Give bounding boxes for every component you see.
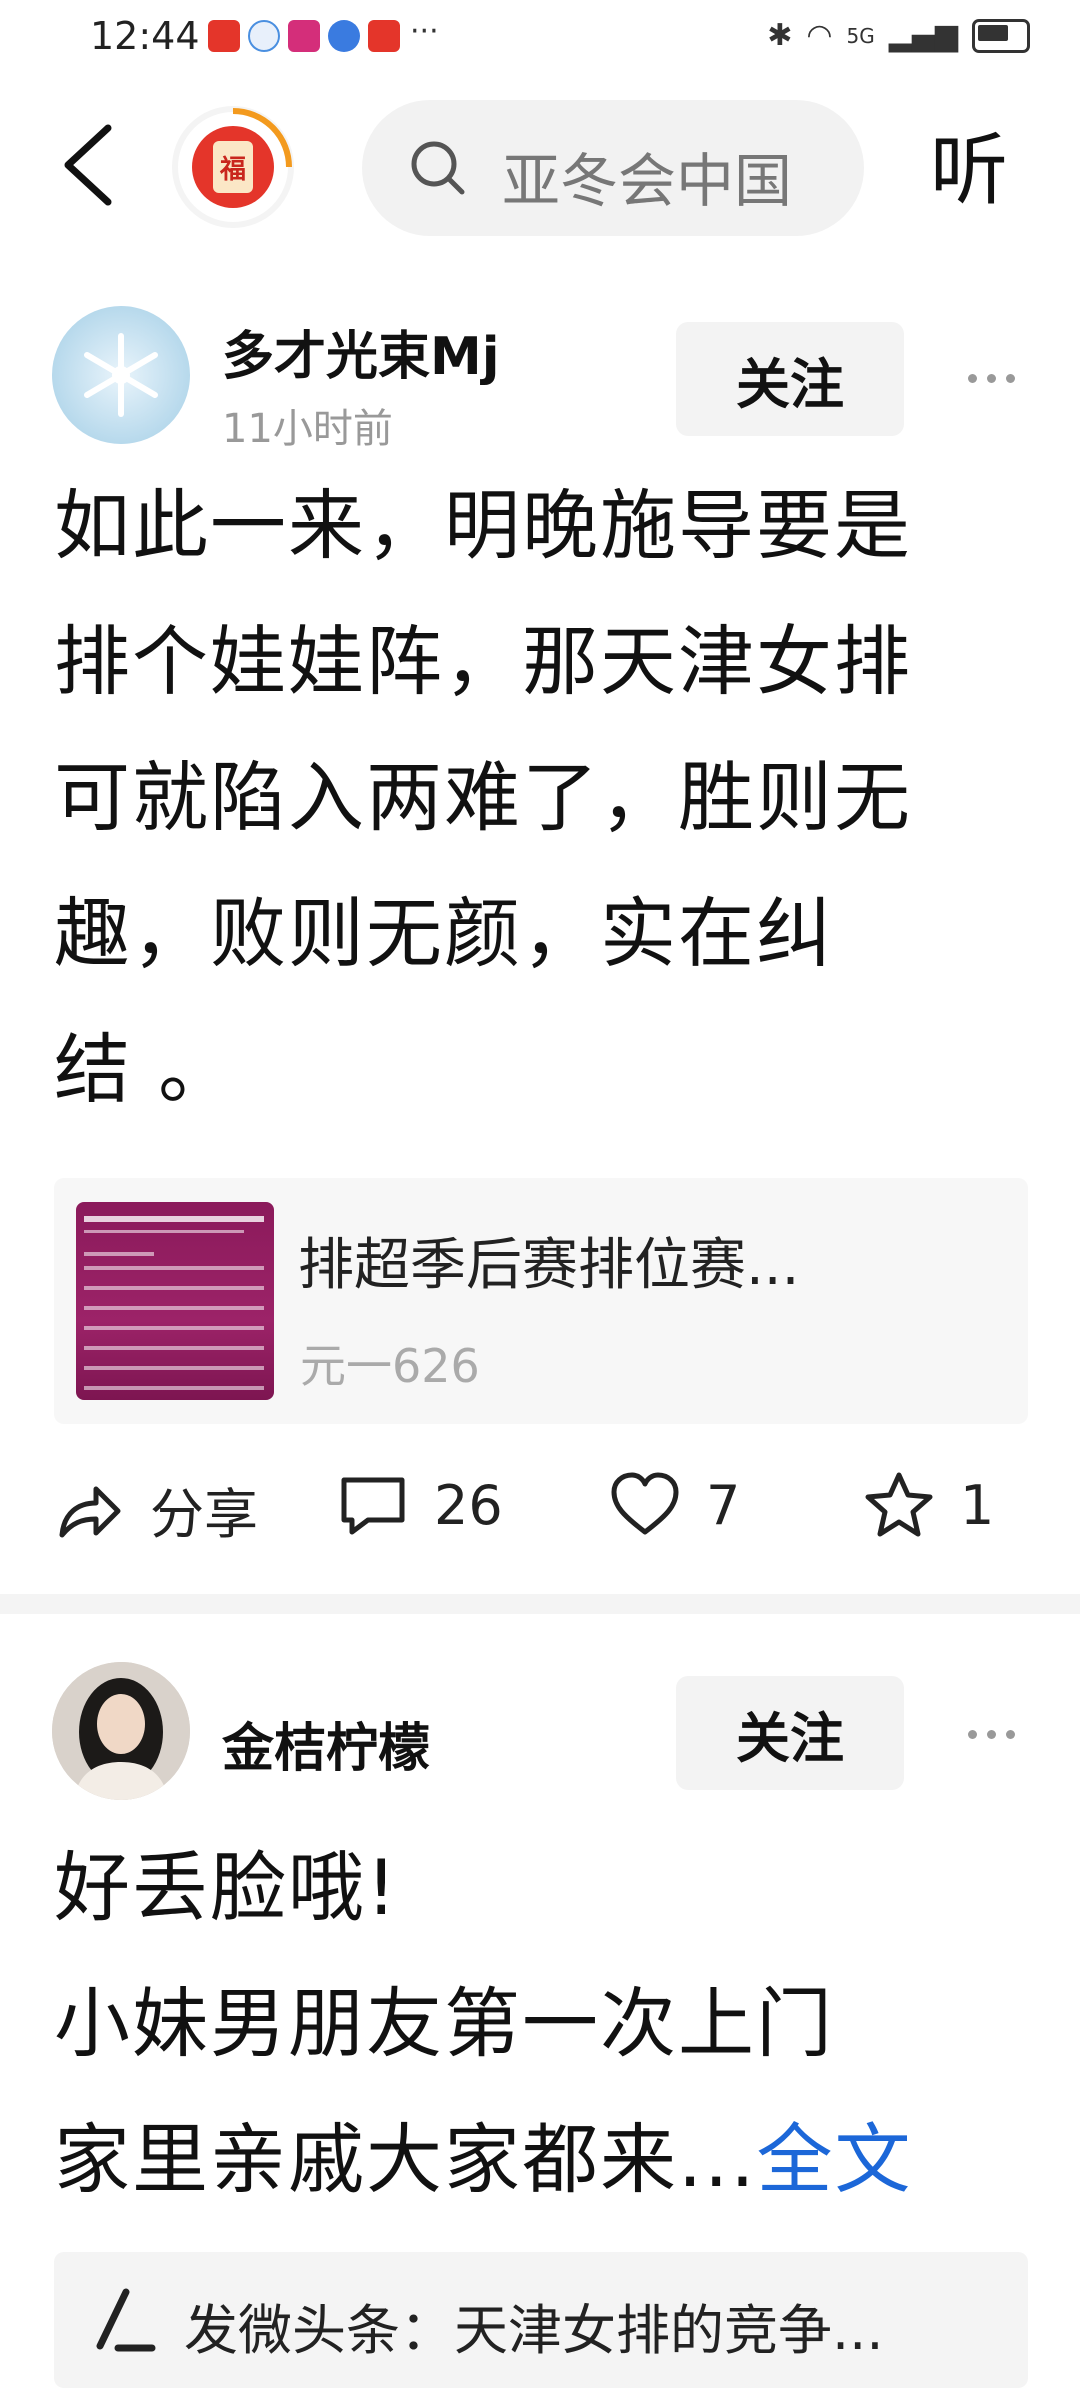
user-photo	[52, 1662, 190, 1800]
post-timestamp: 11小时前	[222, 406, 393, 452]
bluetooth-icon: ✱	[767, 18, 793, 53]
more-notifications-icon: ···	[410, 14, 439, 49]
post-line-text: 家里亲戚大家都来...	[54, 2115, 757, 2204]
search-placeholder: 亚冬会中国	[502, 147, 793, 215]
share-icon	[59, 1486, 121, 1537]
like-button[interactable]: 7	[610, 1470, 740, 1540]
avatar[interactable]	[52, 306, 190, 444]
article-title: 排超季后赛排位赛...	[298, 1233, 800, 1298]
post-line: 结 。	[54, 1025, 237, 1114]
post-line: 可就陷入两难了，胜则无	[54, 753, 912, 842]
search-input[interactable]: 亚冬会中国	[362, 100, 864, 236]
notification-app-icon	[208, 20, 240, 52]
article-thumbnail	[76, 1202, 274, 1400]
post-line: 好丢脸哦!	[54, 1843, 399, 1932]
lucky-bag-button[interactable]: 福	[172, 106, 294, 228]
search-icon	[411, 141, 465, 195]
more-options-icon[interactable]	[968, 368, 1028, 388]
post-line: 如此一来，明晚施导要是	[54, 481, 912, 570]
share-button[interactable]: 分享	[54, 1470, 258, 1549]
status-icons: ✱ ◠ 5G ▂▄▆	[767, 18, 1030, 53]
notification-app-icon	[368, 20, 400, 52]
fu-character: 福	[213, 141, 253, 193]
like-count: 7	[706, 1473, 741, 1537]
post-action-bar: 分享 26 7 1	[54, 1470, 1014, 1556]
article-source: 元一626	[300, 1339, 480, 1393]
status-bar: 12:44 ··· ✱ ◠ 5G ▂▄▆	[0, 0, 1080, 80]
network-label: 5G	[846, 23, 875, 48]
notification-app-icon	[248, 20, 280, 52]
chevron-left-icon	[64, 124, 112, 206]
post-author-name[interactable]: 金桔柠檬	[222, 1706, 430, 1781]
back-button[interactable]	[52, 110, 122, 220]
linked-article-card[interactable]: 排超季后赛排位赛... 元一626	[54, 1178, 1028, 1424]
comment-button[interactable]: 26	[338, 1470, 503, 1540]
pen-icon	[96, 2288, 156, 2352]
red-envelope-icon: 福	[192, 126, 274, 208]
avatar[interactable]	[52, 1662, 190, 1800]
star-icon	[865, 1472, 933, 1537]
post-body[interactable]: 好丢脸哦! 小妹男朋友第一次上门 家里亲戚大家都来...全文	[54, 1820, 1034, 2228]
signal-icon: ▂▄▆	[888, 18, 958, 53]
follow-button[interactable]: 关注	[676, 1676, 904, 1790]
post-line: 趣，败则无颜，实在纠	[54, 889, 834, 978]
post-line: 家里亲戚大家都来...全文	[54, 2092, 1034, 2228]
listen-button[interactable]: 听	[930, 108, 1008, 220]
favorite-count: 1	[960, 1473, 995, 1537]
favorite-button[interactable]: 1	[864, 1470, 994, 1540]
full-text-link[interactable]: 全文	[756, 2115, 912, 2204]
quote-card[interactable]: 发微头条：天津女排的竞争...	[54, 2252, 1028, 2388]
post-line: 排个娃娃阵，那天津女排	[54, 617, 912, 706]
post-line: 小妹男朋友第一次上门	[54, 1979, 834, 2068]
wifi-icon: ◠	[806, 18, 833, 53]
comment-icon	[341, 1477, 405, 1535]
notification-app-icon	[288, 20, 320, 52]
quote-text: 发微头条：天津女排的竞争...	[184, 2299, 884, 2362]
share-label: 分享	[150, 1483, 258, 1546]
notification-app-icon	[328, 20, 360, 52]
battery-icon	[972, 18, 1030, 53]
follow-button[interactable]: 关注	[676, 322, 904, 436]
post-author-name[interactable]: 多才光束Mj	[222, 314, 500, 389]
post-body[interactable]: 如此一来，明晚施导要是 排个娃娃阵，那天津女排 可就陷入两难了，胜则无 趣，败则…	[54, 458, 1034, 1138]
heart-icon	[611, 1472, 679, 1535]
more-options-icon[interactable]	[968, 1724, 1028, 1744]
status-time: 12:44	[90, 14, 200, 58]
comment-count: 26	[434, 1473, 503, 1537]
snowflake-icon	[84, 333, 158, 417]
post-divider	[0, 1594, 1080, 1614]
